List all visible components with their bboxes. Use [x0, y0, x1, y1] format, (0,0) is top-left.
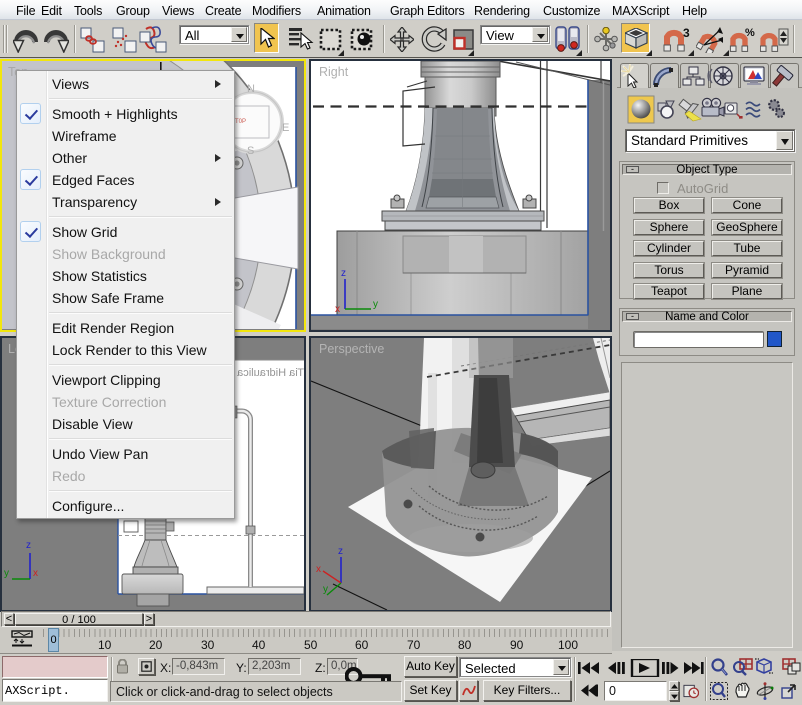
svg-text:N: N	[247, 83, 255, 95]
svg-text:x: x	[316, 564, 321, 575]
svg-text:y: y	[373, 299, 378, 310]
svg-text:y: y	[323, 584, 328, 595]
svg-text:E: E	[282, 122, 289, 134]
svg-text:%: %	[745, 27, 755, 39]
svg-text:T0P: T0P	[235, 119, 246, 125]
svg-text:z: z	[341, 268, 346, 279]
svg-text:3: 3	[683, 27, 690, 40]
svg-text:S: S	[247, 145, 254, 157]
svg-text:Perspective: Perspective	[319, 342, 384, 356]
svg-text:x: x	[335, 304, 340, 315]
svg-text:Right: Right	[319, 65, 349, 79]
svg-text:y: y	[4, 568, 9, 579]
svg-text:z: z	[26, 540, 31, 551]
svg-text:x: x	[33, 568, 38, 579]
svg-text:z: z	[338, 546, 343, 557]
